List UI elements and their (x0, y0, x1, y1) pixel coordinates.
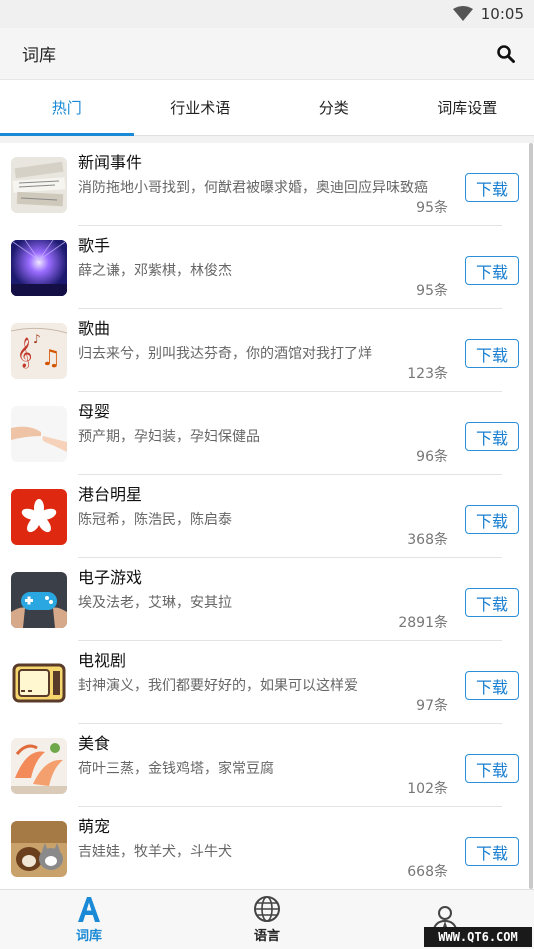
app-bar: 词库 (0, 28, 534, 80)
letter-a-icon (78, 897, 100, 922)
list-item[interactable]: 新闻事件 消防拖地小哥找到，何猷君被曝求婚，奥迪回应异味致癌 95条 下载 (0, 143, 534, 226)
svg-text:♫: ♫ (41, 346, 61, 371)
item-description: 归去来兮，别叫我达芬奇，你的酒馆对我打了烊 (78, 346, 372, 362)
item-title: 港台明星 (78, 485, 143, 504)
list-item[interactable]: 𝄞 ♫ ♪ 歌曲 归去来兮，别叫我达芬奇，你的酒馆对我打了烊 123条 下载 (0, 309, 534, 392)
list-item[interactable]: 电视剧 封神演义，我们都要好好的，如果可以这样爱 97条 下载 (0, 641, 534, 724)
status-bar: 10:05 (0, 0, 534, 28)
newspaper-thumb (11, 157, 67, 213)
tab-library-settings[interactable]: 词库设置 (401, 80, 534, 135)
item-description: 荷叶三蒸，金钱鸡塔，家常豆腐 (78, 761, 274, 777)
nav-item-language[interactable]: 语言 (178, 890, 356, 949)
tab-industry-terms[interactable]: 行业术语 (134, 80, 268, 135)
download-button[interactable]: 下载 (465, 173, 519, 202)
nav-label-dictionary: 词库 (75, 929, 102, 944)
list-item[interactable]: 母婴 预产期，孕妇装，孕妇保健品 96条 下载 (0, 392, 534, 475)
music-notes-thumb: 𝄞 ♫ ♪ (11, 323, 67, 379)
item-count: 102条 (407, 781, 448, 797)
download-button[interactable]: 下载 (465, 837, 519, 866)
tab-categories[interactable]: 分类 (267, 80, 401, 135)
item-count: 95条 (416, 200, 448, 216)
item-description: 陈冠希，陈浩民，陈启泰 (78, 512, 232, 528)
search-icon[interactable] (496, 44, 516, 64)
page-title: 词库 (22, 46, 56, 66)
item-title: 歌曲 (78, 319, 111, 338)
item-description: 封神演义，我们都要好好的，如果可以这样爱 (78, 678, 358, 694)
item-count: 2891条 (398, 615, 448, 631)
download-button[interactable]: 下载 (465, 339, 519, 368)
download-button[interactable]: 下载 (465, 671, 519, 700)
item-description: 薛之谦，邓紫棋，林俊杰 (78, 263, 232, 279)
download-button[interactable]: 下载 (465, 256, 519, 285)
list-item[interactable]: 电子游戏 埃及法老，艾琳，安其拉 2891条 下载 (0, 558, 534, 641)
item-title: 美食 (78, 734, 111, 753)
list-item[interactable]: 萌宠 吉娃娃，牧羊犬，斗牛犬 668条 下载 (0, 807, 534, 889)
item-title: 母婴 (78, 402, 111, 421)
download-button[interactable]: 下载 (465, 505, 519, 534)
item-title: 新闻事件 (78, 153, 143, 172)
concert-thumb (11, 240, 67, 296)
svg-text:𝄞: 𝄞 (17, 337, 32, 369)
list-item[interactable]: 歌手 薛之谦，邓紫棋，林俊杰 95条 下载 (0, 226, 534, 309)
nav-label-language: 语言 (253, 929, 280, 944)
item-description: 预产期，孕妇装，孕妇保健品 (78, 429, 260, 445)
item-description: 消防拖地小哥找到，何猷君被曝求婚，奥迪回应异味致癌 (78, 180, 428, 196)
hands-thumb (11, 406, 67, 462)
globe-icon (254, 896, 280, 922)
tv-thumb (11, 655, 67, 711)
item-count: 668条 (407, 864, 448, 880)
list-item[interactable]: 港台明星 陈冠希，陈浩民，陈启泰 368条 下载 (0, 475, 534, 558)
pets-thumb (11, 821, 67, 877)
scrollbar[interactable] (529, 143, 533, 889)
status-time: 10:05 (480, 5, 524, 23)
wifi-icon (452, 6, 473, 21)
item-count: 123条 (407, 366, 448, 382)
download-button[interactable]: 下载 (465, 422, 519, 451)
hong-kong-flag-thumb (11, 489, 67, 545)
item-title: 萌宠 (78, 817, 111, 836)
item-title: 歌手 (78, 236, 111, 255)
tab-bar: 热门 行业术语 分类 词库设置 (0, 80, 534, 136)
item-count: 368条 (407, 532, 448, 548)
gamepad-thumb (11, 572, 67, 628)
download-button[interactable]: 下载 (465, 754, 519, 783)
download-button[interactable]: 下载 (465, 588, 519, 617)
item-count: 97条 (416, 698, 448, 714)
watermark: WWW.QT6.COM (424, 927, 532, 947)
item-description: 埃及法老，艾琳，安其拉 (78, 595, 232, 611)
seafood-thumb (11, 738, 67, 794)
tab-hot[interactable]: 热门 (0, 80, 134, 136)
nav-item-dictionary[interactable]: 词库 (0, 890, 178, 949)
item-description: 吉娃娃，牧羊犬，斗牛犬 (78, 844, 232, 860)
item-title: 电子游戏 (78, 568, 143, 587)
item-count: 96条 (416, 449, 448, 465)
list-item[interactable]: 美食 荷叶三蒸，金钱鸡塔，家常豆腐 102条 下载 (0, 724, 534, 807)
dictionary-list[interactable]: 新闻事件 消防拖地小哥找到，何猷君被曝求婚，奥迪回应异味致癌 95条 下载 歌手… (0, 143, 534, 889)
svg-text:♪: ♪ (33, 332, 41, 346)
item-count: 95条 (416, 283, 448, 299)
item-title: 电视剧 (78, 651, 127, 670)
